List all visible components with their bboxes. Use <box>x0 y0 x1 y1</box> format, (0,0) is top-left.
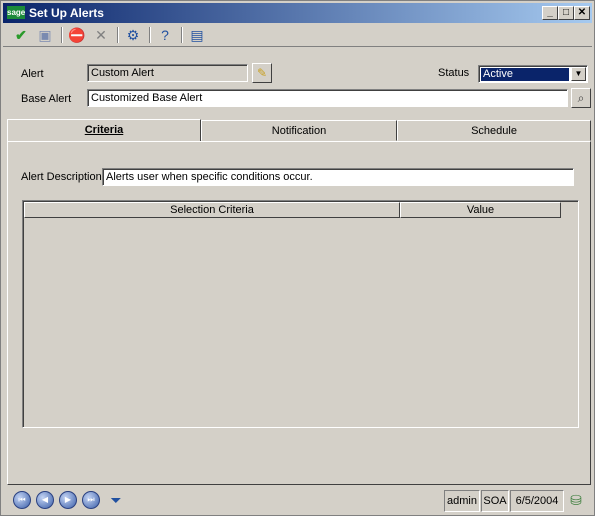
base-alert-label: Base Alert <box>21 93 72 105</box>
info-icon[interactable]: ▤ <box>187 26 207 44</box>
status-company: SOA <box>481 490 509 512</box>
toolbar-separator <box>61 27 63 43</box>
status-label: Status <box>438 67 470 79</box>
toolbar-separator <box>149 27 151 43</box>
database-icon[interactable]: ⛁ <box>566 491 586 509</box>
selection-criteria-grid[interactable]: Selection Criteria Value <box>22 200 579 428</box>
stop-icon[interactable]: ⛔ <box>67 26 87 44</box>
search-icon[interactable]: ⌕ <box>571 88 591 108</box>
filter-icon[interactable]: ⏷ <box>106 491 126 509</box>
tab-notification-label: Notification <box>271 125 327 137</box>
x-icon[interactable]: ✕ <box>91 26 111 44</box>
status-value: Active <box>481 68 569 81</box>
close-button[interactable]: ✕ <box>574 6 590 20</box>
status-user: admin <box>444 490 480 512</box>
minimize-button[interactable]: _ <box>542 6 558 20</box>
checkmark-icon[interactable]: ✔ <box>11 26 31 44</box>
floppy-icon[interactable]: ▣ <box>35 26 55 44</box>
tab-criteria[interactable]: Criteria <box>7 119 201 142</box>
toolbar: ✔ ▣ ⛔ ✕ ⚙ ? ▤ <box>3 23 592 47</box>
customize-icon[interactable]: ⚙ <box>123 26 143 44</box>
toolbar-separator <box>181 27 183 43</box>
status-bar: ⏮ ◀ ▶ ⏭ ⏷ admin SOA 6/5/2004 ⛁ <box>3 487 592 515</box>
toolbar-separator <box>117 27 119 43</box>
lookup-wand-icon[interactable]: ✎ <box>252 63 272 83</box>
alert-description-label: Alert Description <box>21 171 102 183</box>
tab-schedule[interactable]: Schedule <box>397 120 591 141</box>
window-title: Set Up Alerts <box>29 6 104 20</box>
alert-field[interactable]: Custom Alert <box>87 64 248 82</box>
alert-description-field[interactable]: Alerts user when specific conditions occ… <box>102 168 574 186</box>
tab-criteria-label: Criteria <box>84 124 124 136</box>
last-record-icon[interactable]: ⏭ <box>82 491 100 509</box>
status-date: 6/5/2004 <box>510 490 564 512</box>
column-header-selection-criteria[interactable]: Selection Criteria <box>24 202 400 218</box>
tab-notification[interactable]: Notification <box>201 120 397 141</box>
previous-record-icon[interactable]: ◀ <box>36 491 54 509</box>
tab-schedule-label: Schedule <box>471 125 517 137</box>
help-icon[interactable]: ? <box>155 26 175 44</box>
maximize-button[interactable]: □ <box>558 6 574 20</box>
base-alert-field[interactable]: Customized Base Alert <box>87 89 568 107</box>
column-header-value[interactable]: Value <box>400 202 561 218</box>
first-record-icon[interactable]: ⏮ <box>13 491 31 509</box>
sage-logo: sage <box>7 6 26 19</box>
set-up-alerts-window: sage Set Up Alerts _ □ ✕ ✔ ▣ ⛔ ✕ ⚙ ? ▤ A… <box>0 0 595 516</box>
status-select[interactable]: Active ▼ <box>478 65 588 83</box>
title-bar: sage Set Up Alerts _ □ ✕ <box>3 3 592 23</box>
alert-label: Alert <box>21 68 44 80</box>
chevron-down-icon[interactable]: ▼ <box>571 67 586 81</box>
next-record-icon[interactable]: ▶ <box>59 491 77 509</box>
